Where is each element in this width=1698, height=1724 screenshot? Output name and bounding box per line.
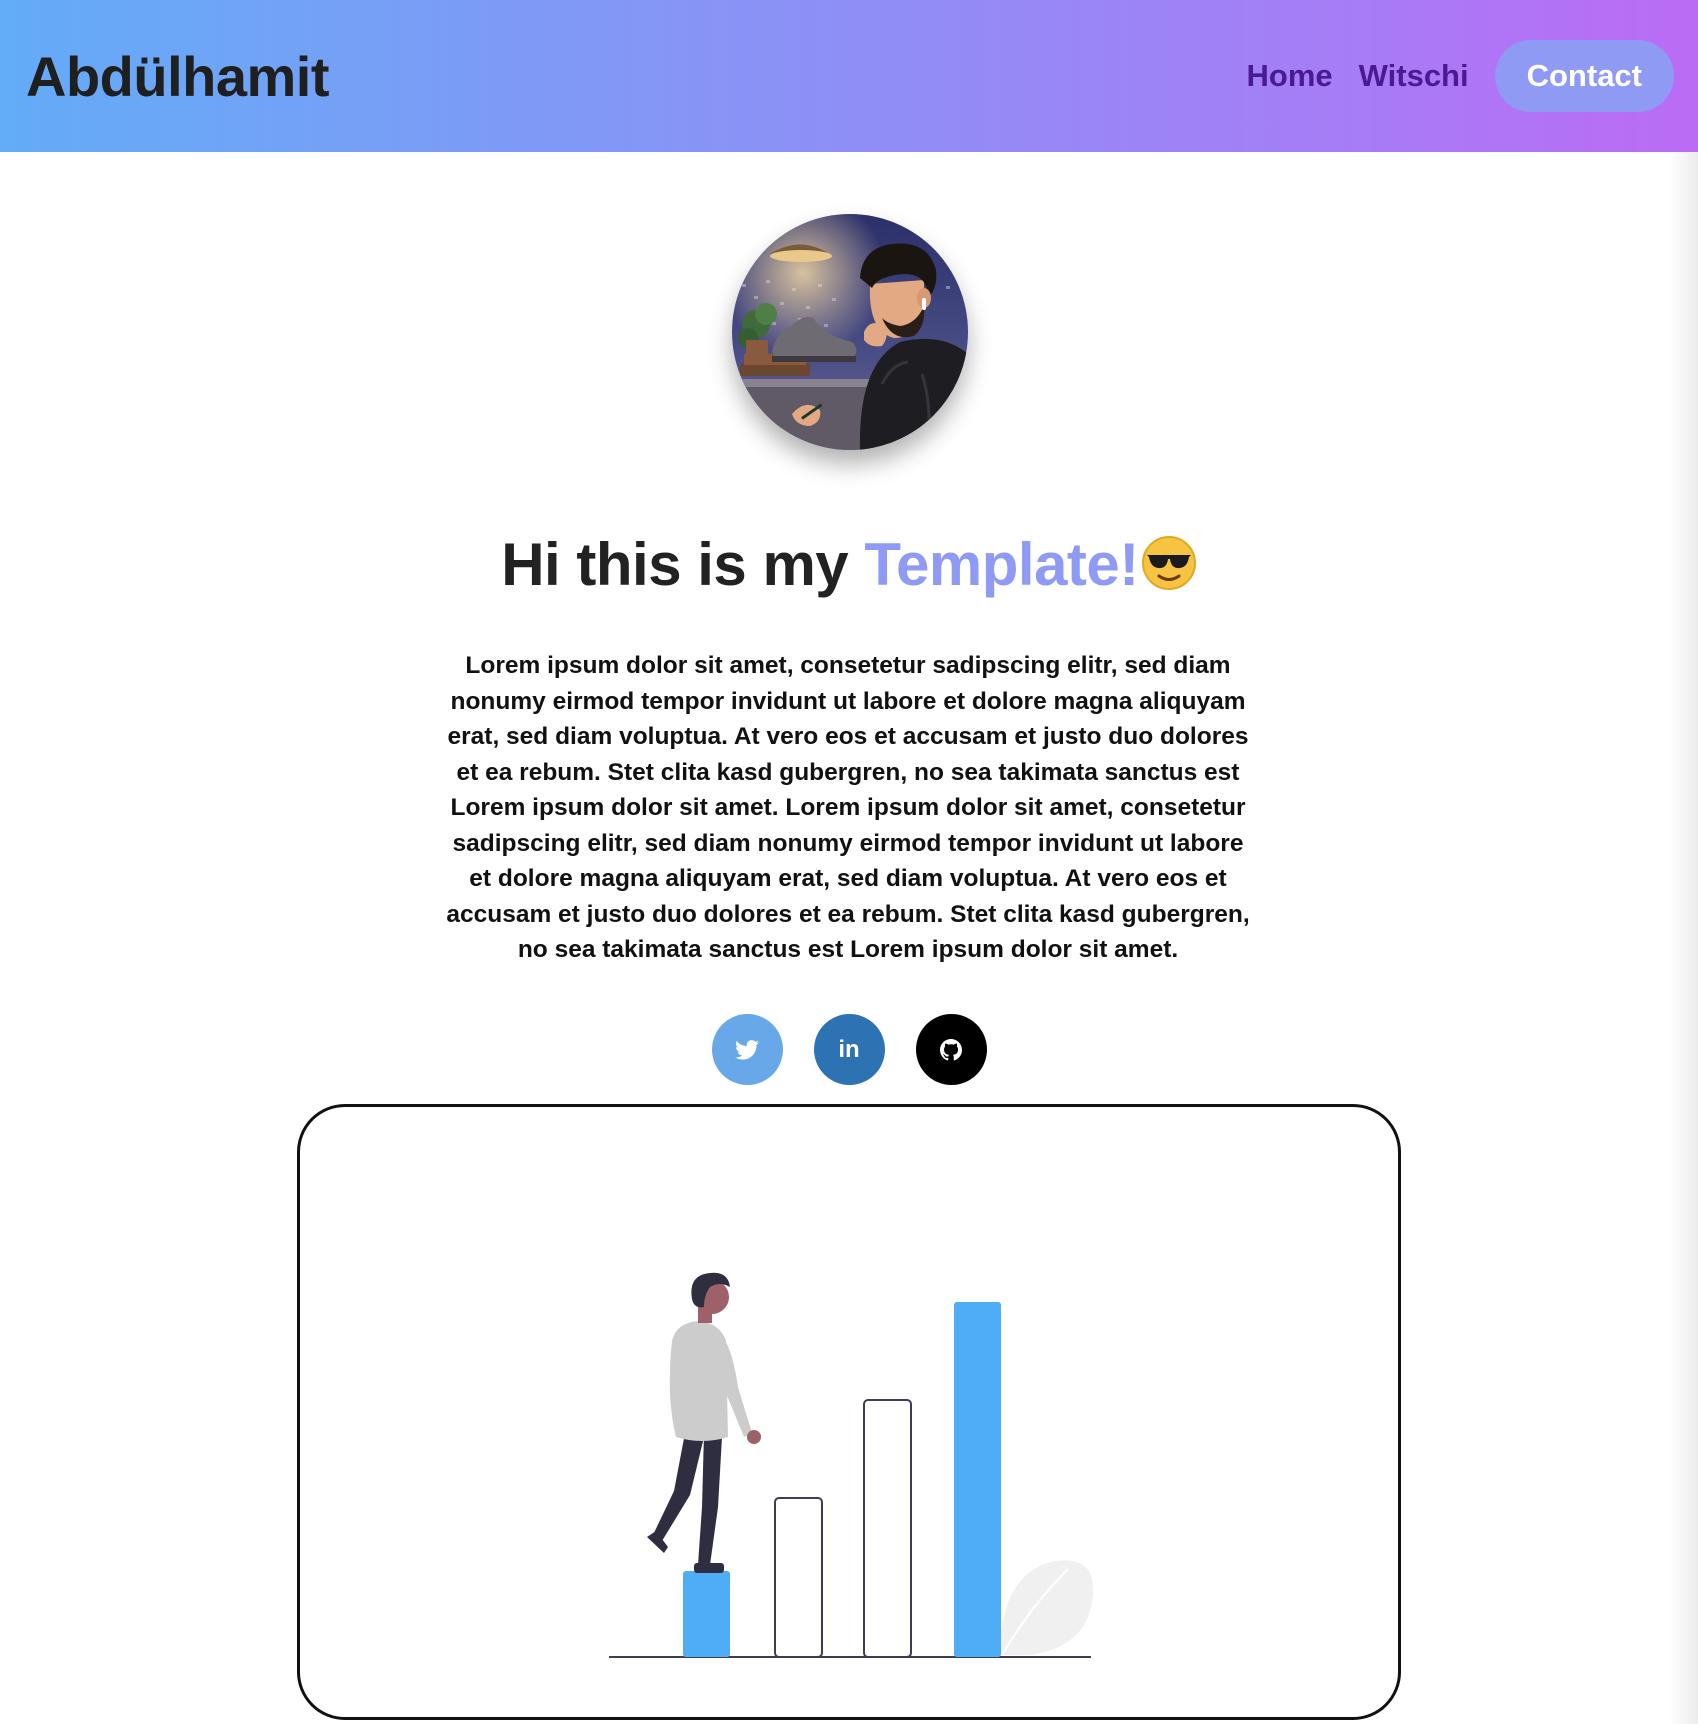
avatar-illustration xyxy=(732,214,968,450)
github-button[interactable] xyxy=(915,1014,987,1085)
social-links: in xyxy=(0,1014,1698,1085)
linkedin-icon: in xyxy=(838,1035,860,1063)
site-header: Abdülhamit Home Witschi Contact xyxy=(0,0,1698,152)
linkedin-button[interactable]: in xyxy=(813,1014,885,1085)
contact-button[interactable]: Contact xyxy=(1494,40,1674,112)
bar-step-1 xyxy=(683,1571,730,1657)
headline-prefix: Hi this is my xyxy=(501,531,865,598)
main-nav: Home Witschi Contact xyxy=(1247,40,1674,112)
nav-home-link[interactable]: Home xyxy=(1247,58,1333,94)
bar-step-2 xyxy=(774,1497,823,1658)
brand-logo[interactable]: Abdülhamit xyxy=(26,44,329,109)
right-edge-shadow xyxy=(1668,152,1698,1724)
nav-witschi-link[interactable]: Witschi xyxy=(1359,58,1469,94)
twitter-icon xyxy=(735,1039,759,1060)
avatar xyxy=(732,214,968,450)
page: Abdülhamit Home Witschi Contact Hi this … xyxy=(0,0,1698,1724)
illustration-card xyxy=(297,1104,1401,1720)
github-icon xyxy=(940,1038,962,1060)
intro-paragraph: Lorem ipsum dolor sit amet, consetetur s… xyxy=(446,652,1250,963)
bar-step-3 xyxy=(863,1399,912,1658)
headline-accent: Template! xyxy=(864,531,1139,598)
hero-headline: Hi this is my Template! xyxy=(0,530,1698,605)
twitter-button[interactable] xyxy=(711,1014,783,1085)
sunglasses-emoji-icon xyxy=(1141,535,1197,605)
leaf-decoration xyxy=(1000,1560,1094,1656)
person-figure xyxy=(647,1272,761,1573)
growth-chart-illustration xyxy=(609,1272,1094,1658)
bar-step-4 xyxy=(954,1302,1001,1657)
